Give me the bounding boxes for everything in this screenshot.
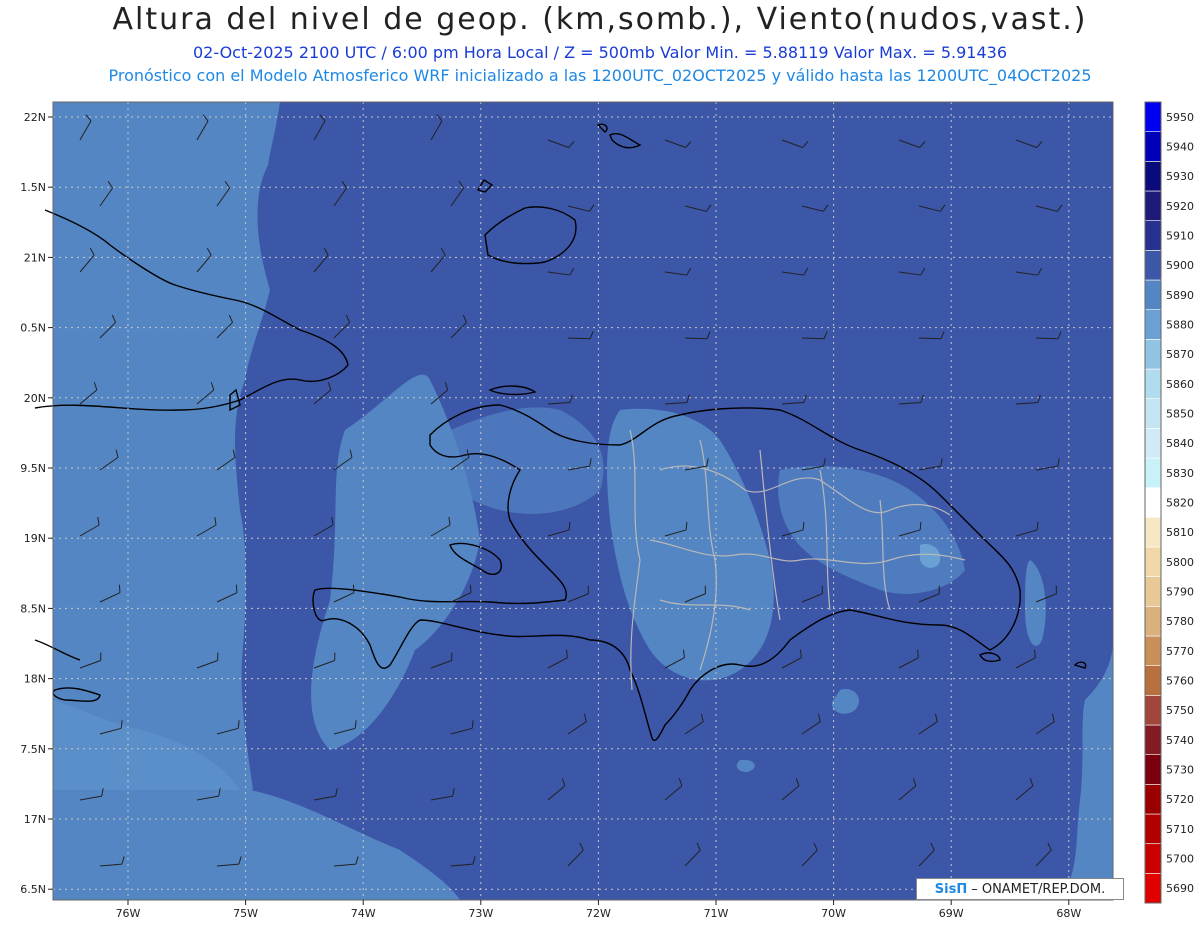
forecast-map: 22N 1.5N 21N 0.5N 20N 9.5N 19N 8.5N 18N 7.5N 17N 6.… (20, 101, 1194, 920)
longitude-axis: 76W 75W 74W 73W 72W 71W 70W 69W 68W (116, 900, 1081, 920)
lon-tick-label: 71W (704, 907, 729, 920)
colorbar-swatch (1144, 309, 1162, 340)
map-subtitle-valid-time: 02-Oct-2025 2100 UTC / 6:00 pm Hora Loca… (193, 43, 1007, 62)
colorbar-swatch (1144, 101, 1162, 132)
colorbar-label: 5740 (1166, 734, 1194, 747)
lon-tick-label: 75W (233, 907, 258, 920)
lon-tick-label: 74W (351, 907, 376, 920)
colorbar-swatch (1144, 635, 1162, 666)
colorbar-swatch (1144, 843, 1162, 874)
colorbar-label: 5890 (1166, 289, 1194, 302)
colorbar-label: 5730 (1166, 764, 1194, 777)
colorbar-swatch (1144, 339, 1162, 370)
colorbar-swatch (1144, 279, 1162, 310)
sispi-logo: SisΠ (934, 881, 968, 897)
colorbar-label: 5880 (1166, 319, 1194, 332)
colorbar-swatch (1144, 784, 1162, 815)
colorbar-label: 5780 (1166, 615, 1194, 628)
lat-tick-label: 9.5N (20, 462, 46, 475)
colorbar-label: 5750 (1166, 704, 1194, 717)
lat-tick-label: 0.5N (20, 322, 46, 335)
colorbar-swatch (1144, 487, 1162, 518)
colorbar-label: 5930 (1166, 170, 1194, 183)
credit-box: SisΠ – ONAMET/REP.DOM. (916, 878, 1124, 900)
map-title: Altura del nivel de geop. (km,somb.), Vi… (112, 2, 1088, 37)
colorbar-swatch (1144, 398, 1162, 429)
lat-tick-label: 6.5N (20, 883, 46, 896)
colorbar-swatch (1144, 576, 1162, 607)
latitude-axis: 22N 1.5N 21N 0.5N 20N 9.5N 19N 8.5N 18N 7.5N 17N 6.… (20, 111, 53, 896)
colorbar-swatch (1144, 546, 1162, 577)
lat-tick-label: 1.5N (20, 181, 46, 194)
colorbar-label: 5810 (1166, 526, 1194, 539)
colorbar-swatch (1144, 517, 1162, 548)
lat-tick-label: 22N (24, 111, 46, 124)
lon-tick-label: 68W (1056, 907, 1081, 920)
colorbar-swatch (1144, 813, 1162, 844)
colorbar-swatch (1144, 250, 1162, 281)
colorbar-label: 5940 (1166, 141, 1194, 154)
lat-tick-label: 17N (24, 813, 46, 826)
colorbar-label: 5720 (1166, 793, 1194, 806)
colorbar-label: 5950 (1166, 111, 1194, 124)
colorbar-swatch (1144, 665, 1162, 696)
lat-tick-label: 18N (24, 673, 46, 686)
lat-tick-label: 20N (24, 392, 46, 405)
colorbar-label: 5710 (1166, 823, 1194, 836)
colorbar-label: 5850 (1166, 408, 1194, 421)
colorbar-swatch (1144, 220, 1162, 251)
colorbar-label: 5900 (1166, 259, 1194, 272)
colorbar-label: 5870 (1166, 348, 1194, 361)
colorbar-swatch (1144, 190, 1162, 221)
colorbar-label: 5700 (1166, 853, 1194, 866)
colorbar-label: 5770 (1166, 645, 1194, 658)
colorbar-label: 5800 (1166, 556, 1194, 569)
colorbar-label: 5830 (1166, 467, 1194, 480)
lon-tick-label: 76W (116, 907, 141, 920)
colorbar-swatch (1144, 368, 1162, 399)
map-subtitle-model-info: Pronóstico con el Modelo Atmosferico WRF… (108, 66, 1092, 85)
lon-tick-label: 70W (821, 907, 846, 920)
colorbar-label: 5690 (1166, 882, 1194, 895)
lon-tick-label: 69W (939, 907, 964, 920)
colorbar-swatch (1144, 754, 1162, 785)
colorbar-swatch (1144, 873, 1162, 904)
colorbar-swatch (1144, 428, 1162, 459)
colorbar-label: 5860 (1166, 378, 1194, 391)
colorbar-swatch (1144, 131, 1162, 162)
colorbar-swatch (1144, 724, 1162, 755)
colorbar-label: 5840 (1166, 437, 1194, 450)
colorbar-swatch (1144, 606, 1162, 637)
lat-tick-label: 21N (24, 251, 46, 264)
colorbar-legend: 5690 5700 5710 5720 5730 5740 5750 5760 5770 5780… (1144, 101, 1194, 904)
colorbar-label: 5760 (1166, 675, 1194, 688)
colorbar-label: 5920 (1166, 200, 1194, 213)
colorbar-swatch (1144, 161, 1162, 192)
lon-tick-label: 73W (468, 907, 493, 920)
lon-tick-label: 72W (586, 907, 611, 920)
colorbar-swatch (1144, 457, 1162, 488)
colorbar-label: 5820 (1166, 497, 1194, 510)
lat-tick-label: 19N (24, 532, 46, 545)
lat-tick-label: 7.5N (20, 743, 46, 756)
lat-tick-label: 8.5N (20, 602, 46, 615)
colorbar-label: 5790 (1166, 586, 1194, 599)
credit-text: – ONAMET/REP.DOM. (971, 881, 1106, 897)
colorbar-label: 5910 (1166, 230, 1194, 243)
colorbar-swatch (1144, 695, 1162, 726)
